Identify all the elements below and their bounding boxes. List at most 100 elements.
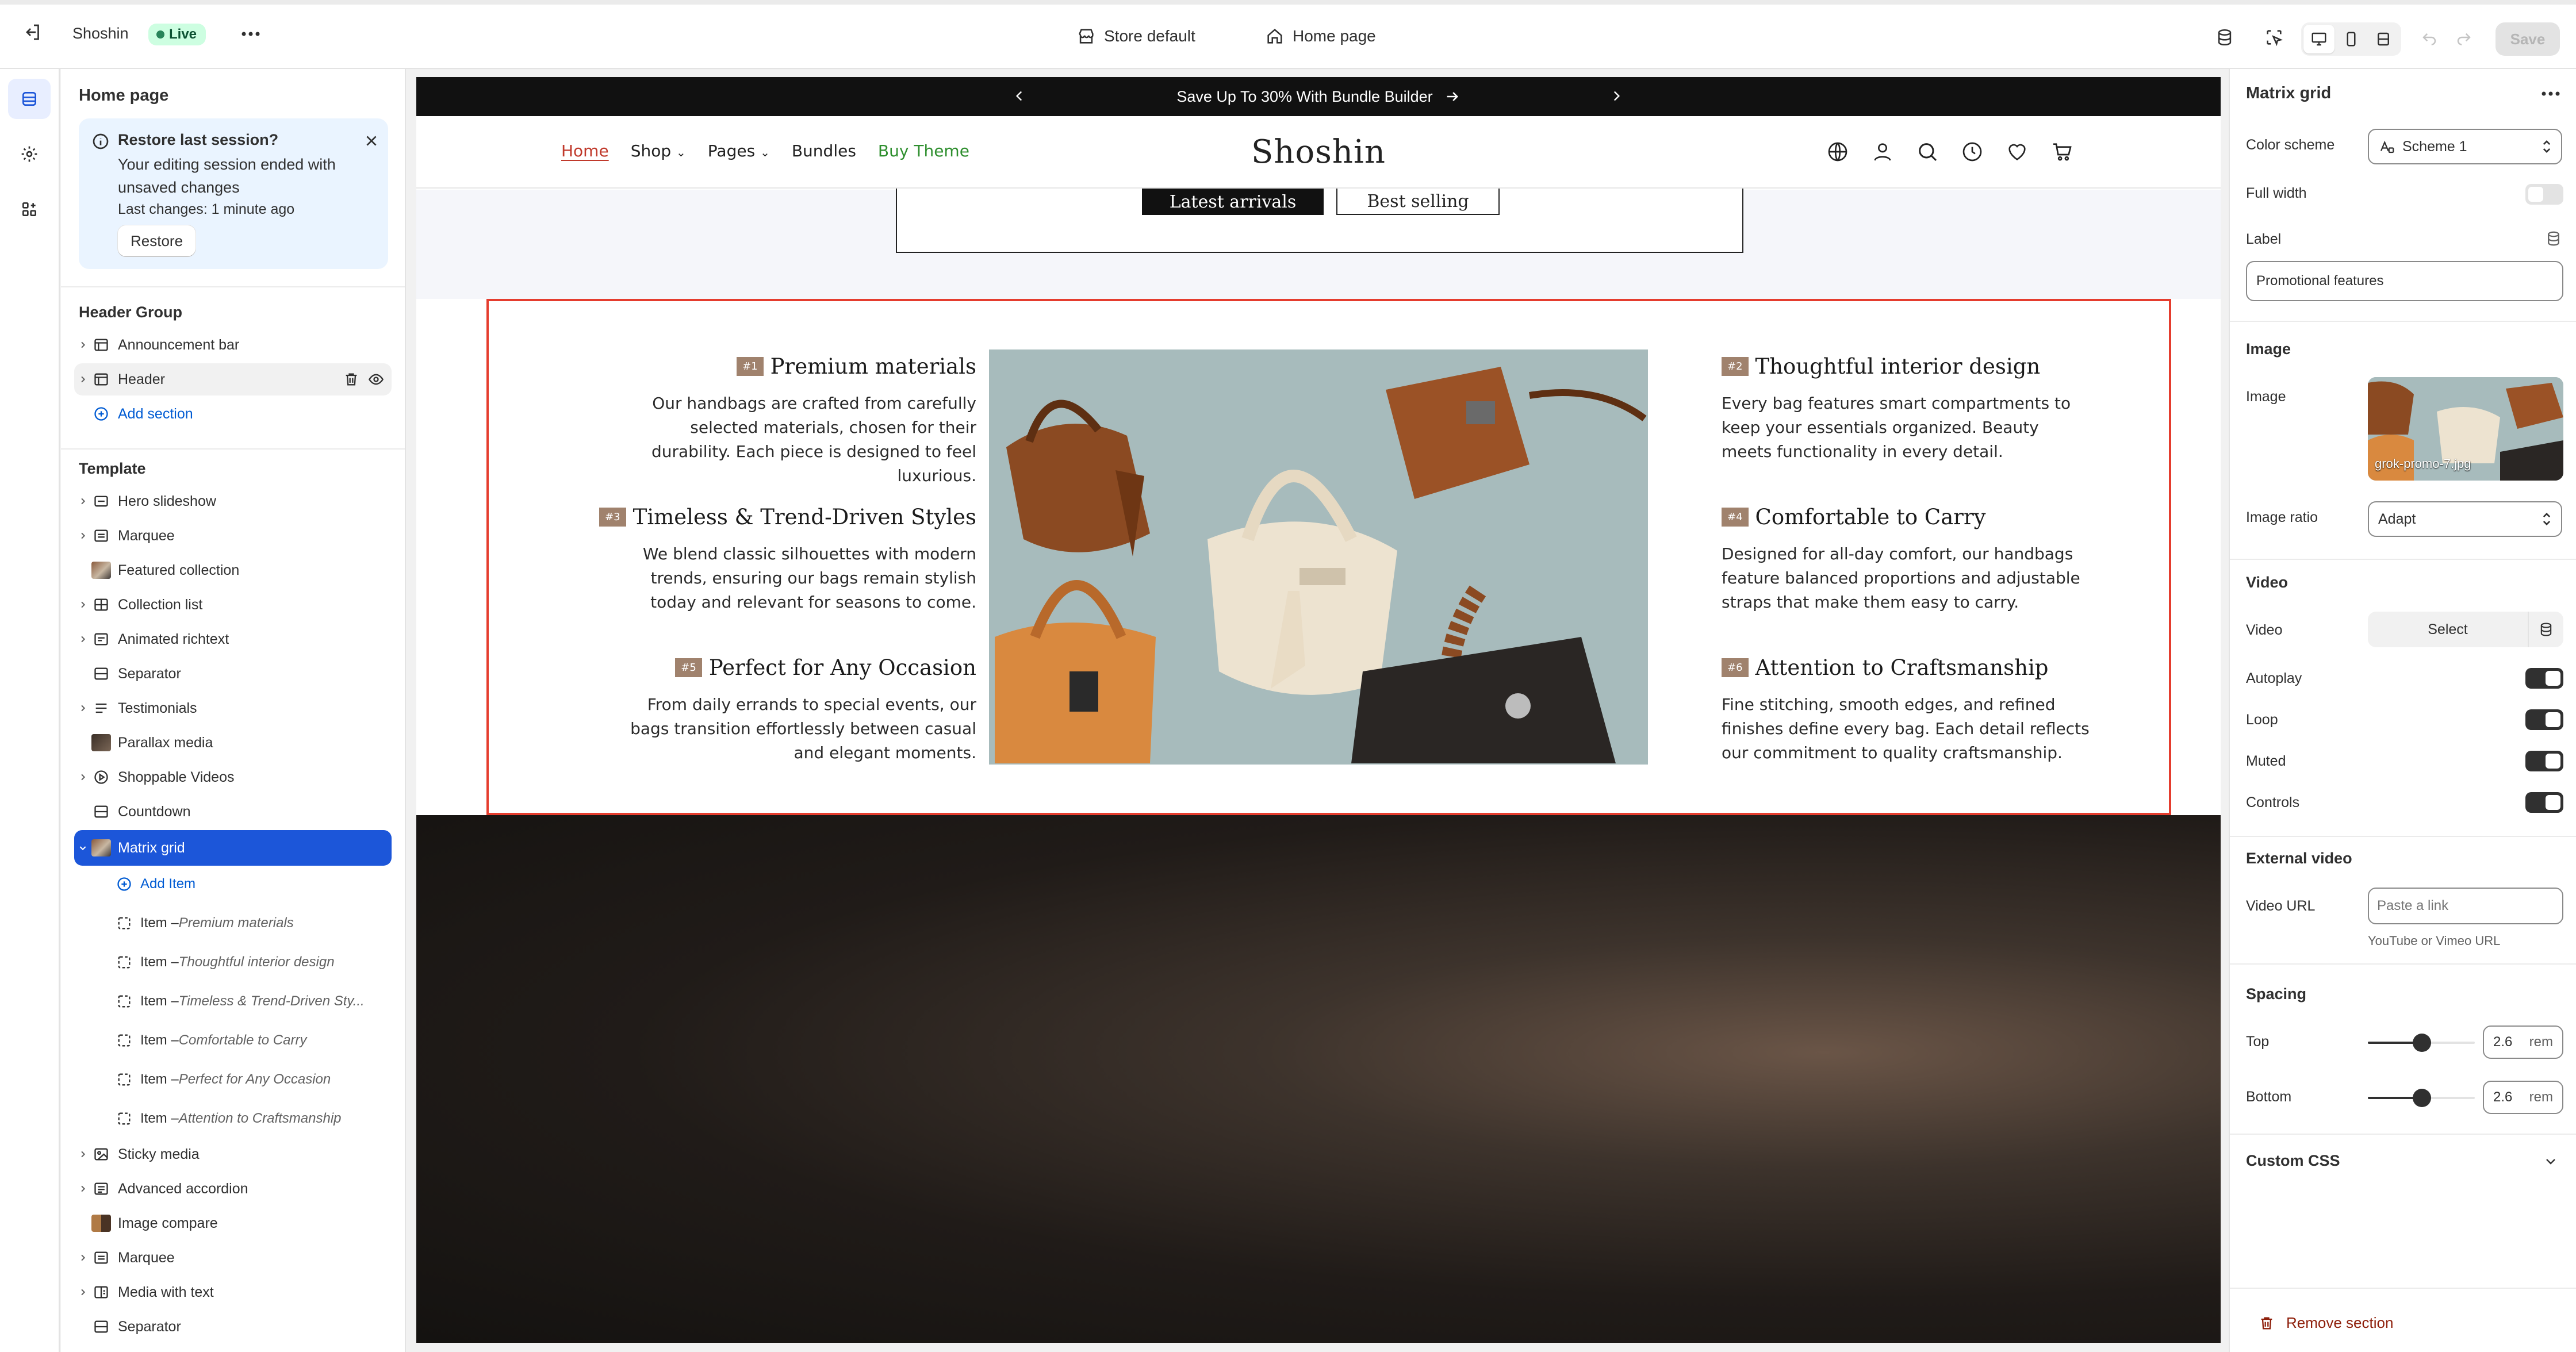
- sections-tab[interactable]: [8, 79, 51, 119]
- save-button[interactable]: Save: [2496, 22, 2560, 56]
- fullscreen-view-button[interactable]: [2368, 25, 2399, 53]
- chevron-right-icon[interactable]: [74, 1242, 91, 1274]
- desktop-view-button[interactable]: [2303, 25, 2334, 53]
- full-width-toggle[interactable]: [2525, 184, 2563, 205]
- sidebar-item-animated-richtext[interactable]: Animated richtext: [74, 623, 392, 655]
- autoplay-toggle[interactable]: [2525, 668, 2563, 689]
- chevron-right-icon[interactable]: [74, 623, 91, 655]
- sidebar-item-countdown[interactable]: Countdown: [74, 796, 392, 828]
- label-input[interactable]: Promotional features: [2246, 261, 2563, 301]
- sidebar-item-featured-collection[interactable]: Featured collection: [74, 554, 392, 586]
- chevron-left-icon: [1015, 91, 1022, 101]
- controls-label: Controls: [2246, 794, 2300, 811]
- add-section-header-group[interactable]: Add section: [74, 398, 392, 430]
- block-item-name: Perfect for Any Occasion: [178, 1071, 331, 1087]
- chevron-right-icon[interactable]: [74, 485, 91, 517]
- mobile-view-button[interactable]: [2336, 25, 2367, 53]
- layout-icon: [91, 1311, 111, 1343]
- restore-button[interactable]: Restore: [118, 225, 196, 256]
- chevron-right-icon[interactable]: [74, 589, 91, 621]
- chevron-right-icon[interactable]: [74, 1138, 91, 1170]
- sidebar-item-collection-list[interactable]: Collection list: [74, 589, 392, 621]
- block-dashed-icon: [118, 995, 131, 1008]
- sidebar-item-testimonials[interactable]: Testimonials: [74, 692, 392, 724]
- sidebar-item-marquee-2[interactable]: Marquee: [74, 1242, 392, 1274]
- chevron-right-icon[interactable]: [74, 1173, 91, 1205]
- bottom-spacing-slider[interactable]: [2368, 1089, 2475, 1107]
- chevron-right-icon[interactable]: [74, 363, 91, 395]
- status-badge-label: Live: [169, 26, 197, 42]
- block-item[interactable]: Item – Attention to Craftsmanship: [116, 1103, 342, 1135]
- announcement-text[interactable]: Save Up To 30% With Bundle Builder: [1176, 88, 1432, 106]
- sidebar-item-sticky-media[interactable]: Sticky media: [74, 1138, 392, 1170]
- sidebar-item-announcement-bar[interactable]: Announcement bar: [74, 329, 392, 361]
- sidebar-item-parallax-media[interactable]: Parallax media: [74, 727, 392, 759]
- close-icon[interactable]: [364, 133, 379, 148]
- featured-collection-section[interactable]: Latest arrivals Best selling: [416, 189, 2221, 299]
- database-icon[interactable]: [2215, 28, 2234, 47]
- sidebar-item-media-with-text[interactable]: Media with text: [74, 1276, 392, 1308]
- sidebar-item-shoppable-videos[interactable]: Shoppable Videos: [74, 761, 392, 793]
- muted-toggle[interactable]: [2525, 751, 2563, 771]
- sidebar-item-marquee[interactable]: Marquee: [74, 520, 392, 552]
- chevron-right-icon[interactable]: [74, 329, 91, 361]
- top-spacing-input[interactable]: 2.6 rem: [2483, 1025, 2563, 1059]
- loop-toggle[interactable]: [2525, 709, 2563, 730]
- sidebar-item-matrix-grid[interactable]: Matrix grid: [74, 830, 392, 866]
- block-item-prefix: Item –: [140, 915, 179, 931]
- sidebar-item-separator[interactable]: Separator: [74, 658, 392, 690]
- chevron-right-icon[interactable]: [74, 1276, 91, 1308]
- block-item-prefix: Item –: [140, 1071, 179, 1087]
- block-item[interactable]: Item – Perfect for Any Occasion: [116, 1063, 331, 1096]
- parallax-media-section[interactable]: [416, 815, 2221, 1343]
- theme-selector[interactable]: Store default: [1076, 26, 1195, 46]
- video-select-button[interactable]: Select: [2368, 621, 2528, 638]
- video-url-input[interactable]: [2368, 888, 2563, 924]
- slider-handle[interactable]: [2413, 1034, 2431, 1052]
- block-item[interactable]: Item – Thoughtful interior design: [116, 946, 335, 978]
- chevron-right-icon[interactable]: [74, 520, 91, 552]
- color-scheme-icon: [2380, 140, 2394, 153]
- page-selector[interactable]: Home page: [1265, 26, 1376, 46]
- bottom-spacing-input[interactable]: 2.6 rem: [2483, 1081, 2563, 1114]
- announcement-bar[interactable]: Save Up To 30% With Bundle Builder: [416, 77, 2221, 116]
- block-item[interactable]: Item – Premium materials: [116, 907, 294, 939]
- image-ratio-select[interactable]: Adapt: [2368, 501, 2562, 537]
- add-item-button[interactable]: Add Item: [116, 868, 195, 900]
- dynamic-source-icon[interactable]: [2545, 230, 2562, 247]
- chevron-right-icon[interactable]: [74, 692, 91, 724]
- sidebar-item-hero-slideshow[interactable]: Hero slideshow: [74, 485, 392, 517]
- apps-tab[interactable]: [8, 189, 51, 229]
- sidebar-item-image-compare[interactable]: Image compare: [74, 1207, 392, 1239]
- remove-section-button[interactable]: Remove section: [2259, 1314, 2393, 1332]
- dynamic-source-icon[interactable]: [2529, 621, 2563, 637]
- status-badge: Live: [148, 24, 206, 45]
- tab-best-selling[interactable]: Best selling: [1336, 189, 1500, 215]
- plus-circle-icon: [91, 398, 111, 430]
- custom-css-toggle[interactable]: Custom CSS: [2246, 1152, 2340, 1170]
- sidebar-item-header[interactable]: Header: [74, 363, 392, 395]
- store-preview[interactable]: Save Up To 30% With Bundle Builder Home …: [416, 77, 2221, 1343]
- redo-icon[interactable]: [2455, 29, 2472, 46]
- color-scheme-select[interactable]: Scheme 1: [2368, 129, 2562, 164]
- tab-latest-arrivals[interactable]: Latest arrivals: [1142, 189, 1324, 215]
- controls-toggle[interactable]: [2525, 792, 2563, 813]
- slider-handle[interactable]: [2413, 1089, 2431, 1107]
- chevron-down-icon[interactable]: [2544, 1154, 2558, 1168]
- block-item[interactable]: Item – Comfortable to Carry: [116, 1024, 306, 1057]
- image-picker[interactable]: grok-promo-7.jpg: [2368, 377, 2563, 481]
- inspector-icon[interactable]: [2264, 28, 2284, 47]
- sections-icon: [22, 92, 36, 106]
- chevron-down-icon[interactable]: [74, 832, 91, 864]
- block-item[interactable]: Item – Timeless & Trend-Driven Sty...: [116, 985, 365, 1017]
- more-options-icon[interactable]: [2540, 90, 2561, 98]
- sidebar-item-advanced-accordion[interactable]: Advanced accordion: [74, 1173, 392, 1205]
- sidebar-item-separator-2[interactable]: Separator: [74, 1311, 392, 1343]
- block-item-prefix: Item –: [140, 1111, 179, 1126]
- undo-icon[interactable]: [2421, 29, 2438, 46]
- exit-icon[interactable]: [22, 22, 43, 43]
- theme-settings-tab[interactable]: [8, 134, 51, 174]
- more-options-icon[interactable]: [240, 30, 261, 38]
- top-spacing-slider[interactable]: [2368, 1034, 2475, 1052]
- chevron-right-icon[interactable]: [74, 761, 91, 793]
